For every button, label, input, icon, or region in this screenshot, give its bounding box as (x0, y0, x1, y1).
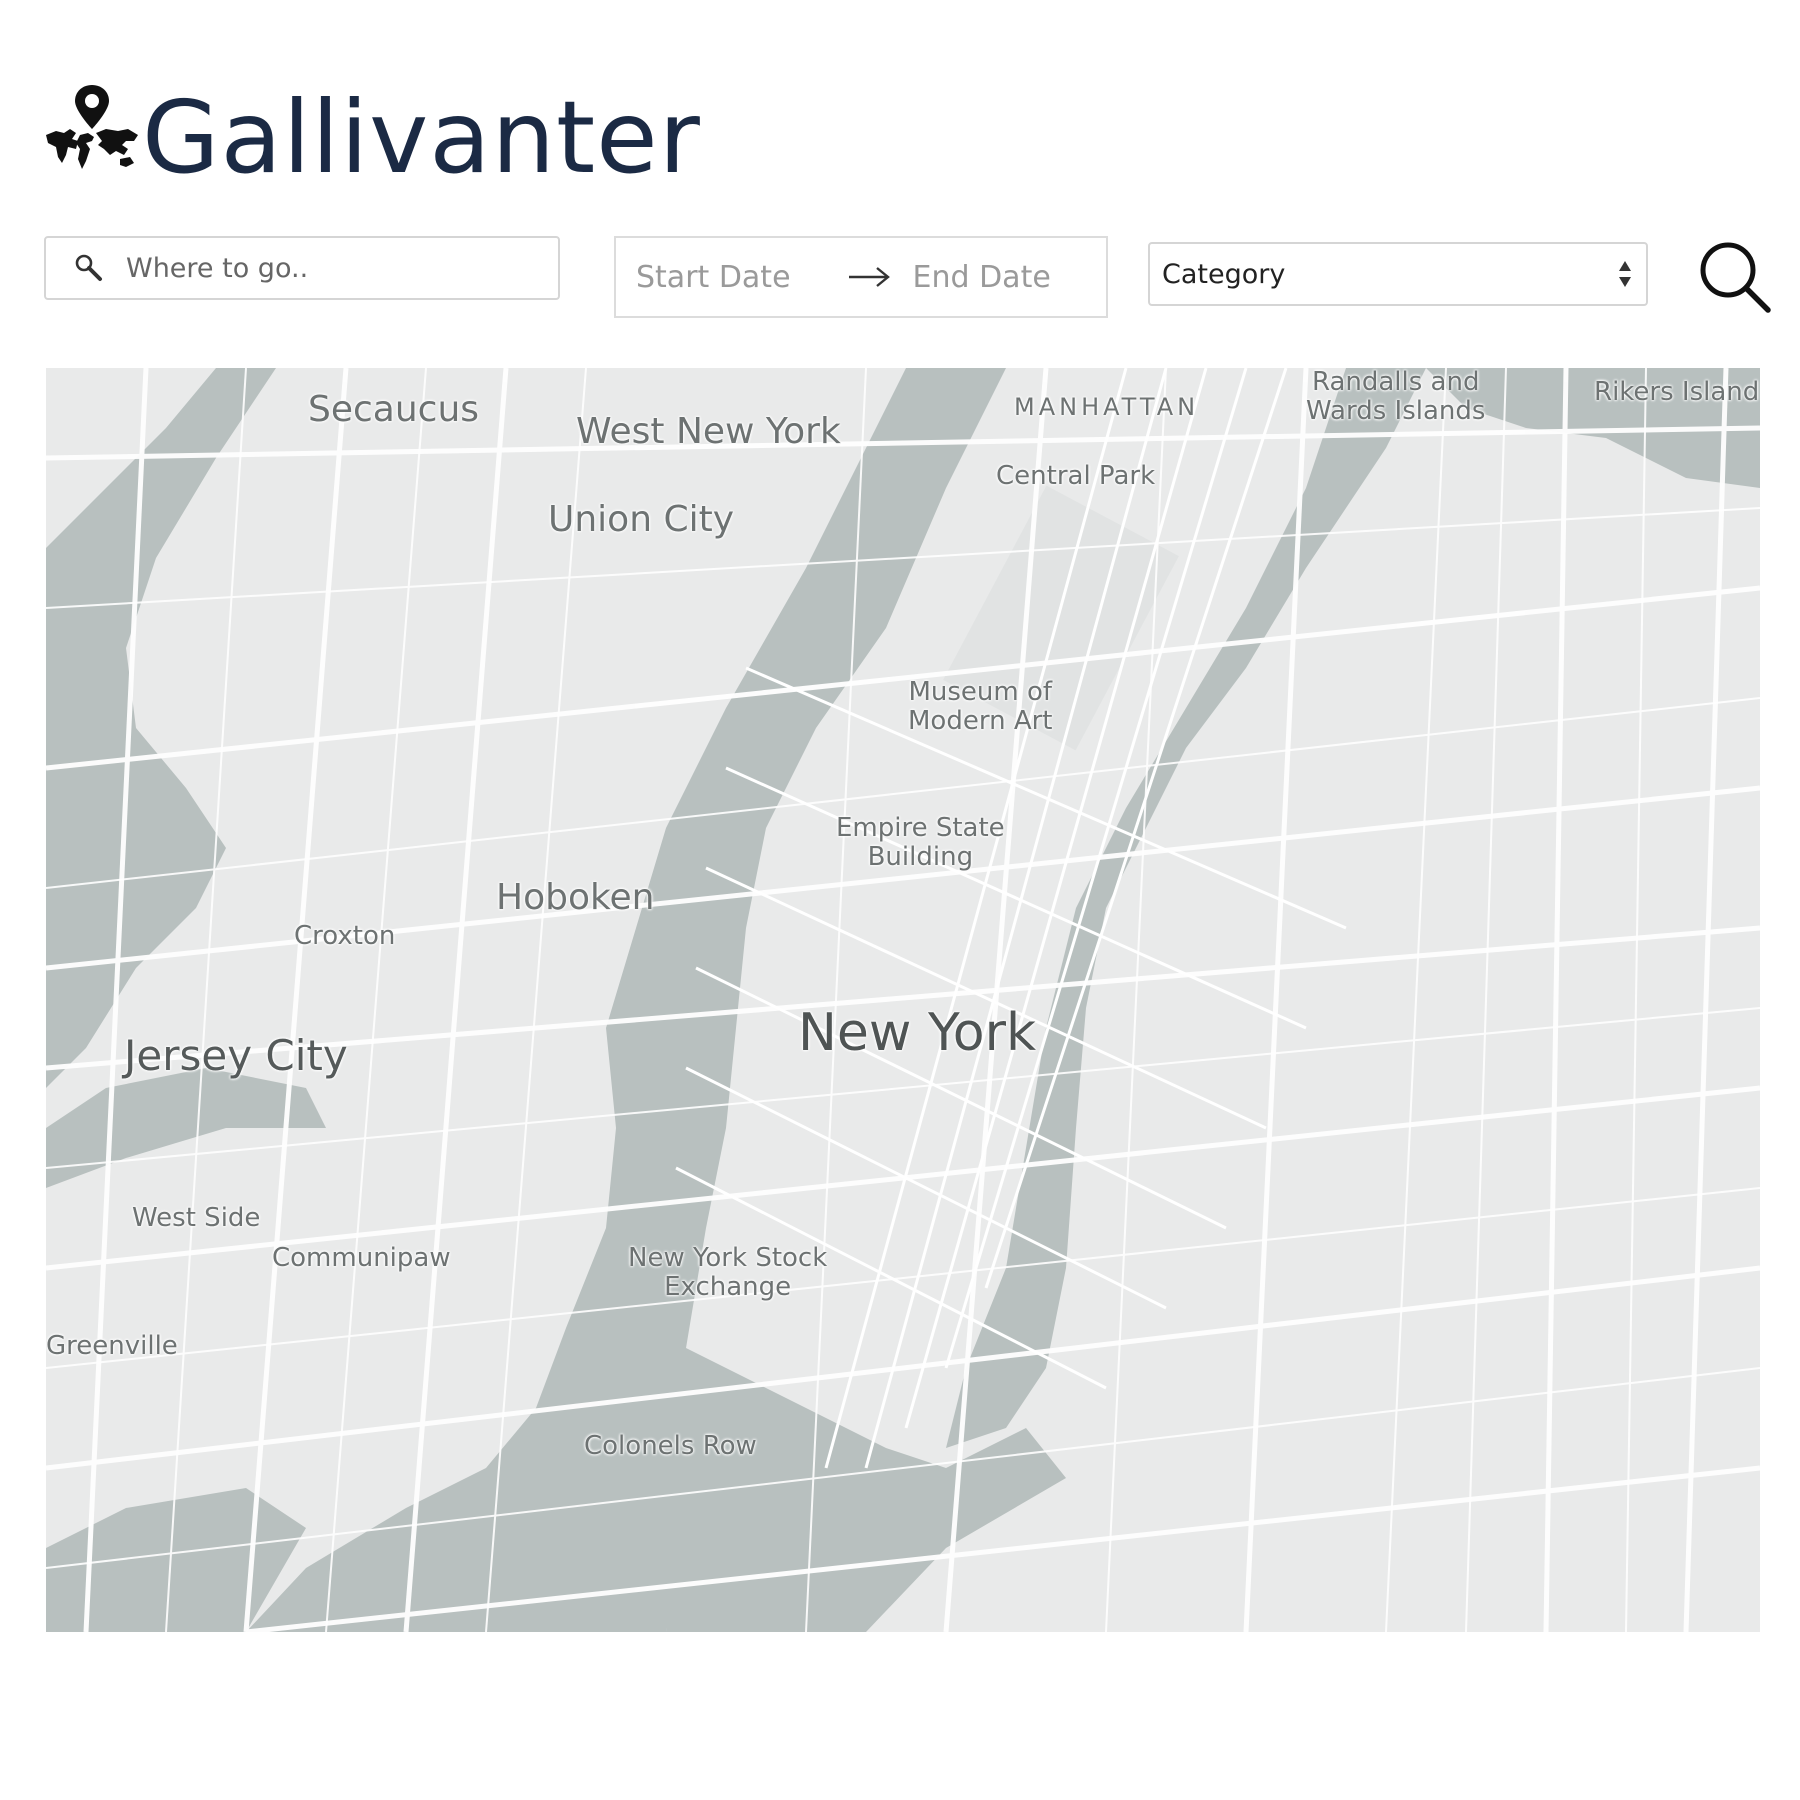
map-label-manhattan: MANHATTAN (1014, 393, 1200, 421)
search-icon[interactable] (1698, 240, 1772, 314)
destination-input[interactable] (124, 251, 528, 285)
app-logo[interactable]: Gallivanter (42, 78, 701, 188)
category-select[interactable]: Category (1148, 242, 1648, 306)
map-label-new-york: New York (798, 1003, 1037, 1063)
map-base-layer (46, 368, 1760, 1632)
map-label-union-city: Union City (548, 499, 735, 540)
map-label-moma: Museum of Modern Art (908, 677, 1053, 737)
arrow-right-icon (848, 267, 890, 287)
map-label-randalls: Randalls and Wards Islands (1306, 368, 1486, 427)
map-label-hoboken: Hoboken (496, 877, 655, 918)
map-label-communipaw: Communipaw (272, 1243, 451, 1273)
world-map-pin-icon (46, 85, 138, 169)
page: Gallivanter Start Date End Date Category (0, 0, 1800, 1800)
map-view[interactable]: Secaucus West New York Union City MANHAT… (46, 368, 1760, 1632)
date-range-picker[interactable]: Start Date End Date (614, 236, 1108, 318)
destination-search[interactable] (44, 236, 560, 300)
map-label-secaucus: Secaucus (308, 389, 480, 430)
app-title: Gallivanter (142, 79, 701, 196)
map-label-central-park: Central Park (996, 461, 1156, 491)
map-label-jersey-city: Jersey City (124, 1031, 348, 1080)
updown-icon (1619, 261, 1631, 287)
magnifier-icon (75, 254, 102, 281)
map-label-croxton: Croxton (294, 921, 396, 951)
map-label-greenville: Greenville (46, 1331, 178, 1361)
map-label-colonels-row: Colonels Row (584, 1431, 757, 1461)
map-label-west-side: West Side (132, 1203, 261, 1233)
end-date-field[interactable]: End Date (913, 260, 1051, 295)
category-selected-value: Category (1162, 258, 1286, 290)
map-label-nyse: New York Stock Exchange (628, 1243, 828, 1303)
map-label-empire-state: Empire State Building (836, 813, 1005, 873)
start-date-field[interactable]: Start Date (636, 260, 791, 295)
map-label-west-new-york: West New York (576, 411, 841, 452)
map-label-rikers: Rikers Island (1594, 377, 1760, 407)
